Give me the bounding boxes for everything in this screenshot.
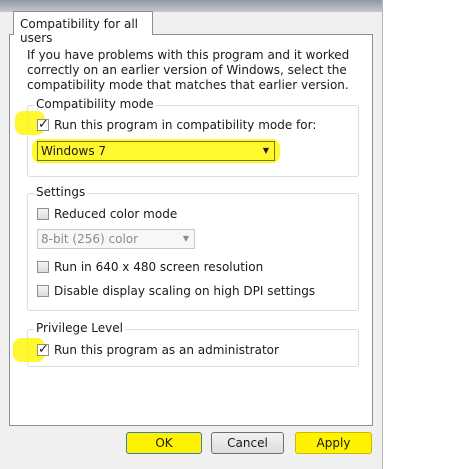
dropdown-arrow-icon: ▼ (182, 234, 189, 243)
properties-dialog: Compatibility for all users If you have … (0, 0, 383, 469)
dpi-scaling-option[interactable]: Disable display scaling on high DPI sett… (37, 283, 315, 299)
run-as-admin-option[interactable]: ✓ Run this program as an administrator (37, 342, 279, 358)
apply-button[interactable]: Apply (295, 432, 372, 454)
compatibility-mode-legend: Compatibility mode (34, 97, 156, 111)
run-compat-mode-checkbox[interactable]: ✓ (37, 118, 49, 131)
reduced-color-option[interactable]: Reduced color mode (37, 206, 177, 222)
run-as-admin-checkbox[interactable]: ✓ (37, 343, 49, 356)
dpi-scaling-checkbox[interactable] (37, 285, 49, 297)
color-depth-value: 8-bit (256) color (41, 232, 139, 246)
res-640-option[interactable]: Run in 640 x 480 screen resolution (37, 259, 263, 275)
os-version-select[interactable]: Windows 7 ▼ (37, 141, 275, 161)
color-depth-select[interactable]: 8-bit (256) color ▼ (37, 229, 195, 249)
run-compat-mode-label: Run this program in compatibility mode f… (54, 118, 317, 132)
settings-group: Settings Reduced color mode 8-bit (256) … (27, 185, 359, 311)
run-as-admin-label: Run this program as an administrator (54, 343, 279, 357)
cancel-button[interactable]: Cancel (211, 432, 284, 454)
res-640-label: Run in 640 x 480 screen resolution (54, 260, 264, 274)
page: Compatibility for all users If you have … (0, 0, 468, 469)
settings-legend: Settings (34, 185, 88, 199)
privilege-level-group: Privilege Level ✓ Run this program as an… (13, 321, 359, 367)
reduced-color-label: Reduced color mode (54, 207, 178, 221)
privilege-level-legend: Privilege Level (34, 321, 125, 335)
os-version-value: Windows 7 (41, 144, 107, 158)
run-compat-mode-option[interactable]: ✓ Run this program in compatibility mode… (37, 117, 316, 133)
dpi-scaling-label: Disable display scaling on high DPI sett… (54, 284, 316, 298)
dropdown-arrow-icon: ▼ (262, 146, 269, 155)
compatibility-mode-group: Compatibility mode ✓ Run this program in… (15, 97, 359, 177)
res-640-checkbox[interactable] (37, 261, 49, 273)
intro-text: If you have problems with this program a… (27, 48, 350, 92)
reduced-color-checkbox[interactable] (37, 208, 49, 220)
tab-compatibility-all-users[interactable]: Compatibility for all users (13, 11, 153, 45)
ok-button[interactable]: OK (126, 432, 202, 454)
